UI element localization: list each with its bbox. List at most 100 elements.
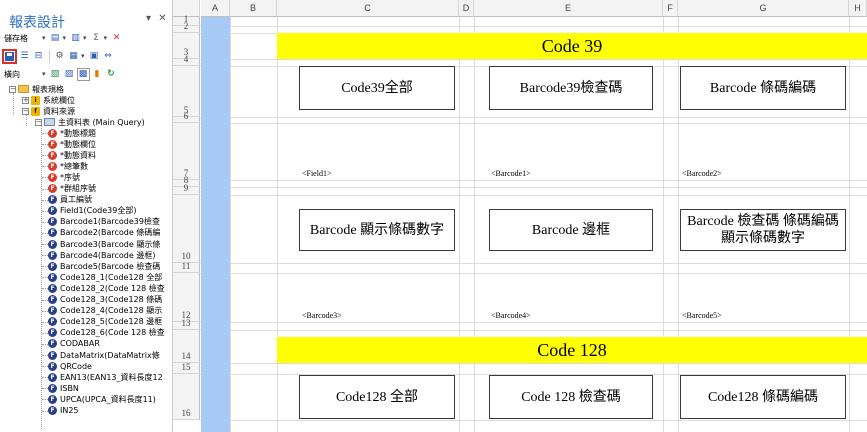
design-icon[interactable]: ▩ — [76, 67, 90, 81]
barcode1-placeholder: <Barcode1> — [491, 169, 531, 178]
row-header-10[interactable]: 10 — [173, 195, 200, 263]
tree-field-item[interactable]: F Field1(Code39全部) — [48, 206, 136, 216]
column-header-b[interactable]: B — [230, 0, 277, 17]
column-header-c[interactable]: C — [277, 0, 459, 17]
cell-label: 儲存格 — [4, 33, 28, 43]
tree-field-item[interactable]: F Code128_2(Code 128 檢查 — [48, 283, 165, 293]
column-header-d[interactable]: D — [459, 0, 474, 17]
tree-field-item[interactable]: F *序號 — [48, 172, 80, 182]
export-icon[interactable]: ⊟ — [32, 50, 45, 63]
field-icon: F — [48, 339, 57, 349]
tree-field-item[interactable]: F DataMatrix(DataMatrix條 — [48, 350, 160, 360]
row-header-7[interactable]: 7 — [173, 123, 200, 180]
column-header-a[interactable]: A — [201, 0, 230, 17]
tree-field-label: Code128_3(Code128 條碼 — [60, 295, 163, 304]
row-header-15[interactable]: 15 — [173, 362, 200, 374]
insert-columns-dropdown-icon[interactable]: ▾ — [83, 34, 87, 42]
tree-field-item[interactable]: F Barcode3(Barcode 顯示條 — [48, 239, 160, 249]
row-header-14[interactable]: 14 — [173, 330, 200, 363]
row-gridline — [200, 123, 867, 124]
tree-field-item[interactable]: F QRCode — [48, 361, 92, 371]
row-gridline — [200, 273, 867, 274]
row-header-16[interactable]: 16 — [173, 374, 200, 420]
page-setup-icon[interactable]: ▦ — [67, 50, 80, 63]
row-header-5[interactable]: 5 — [173, 66, 200, 117]
list-icon[interactable]: ☰ — [18, 50, 31, 63]
collapse-icon[interactable]: − — [22, 107, 29, 115]
toolbar-divider — [49, 49, 50, 63]
tree-field-item[interactable]: F Barcode2(Barcode 條碼編 — [48, 228, 160, 238]
tree-node-main-table[interactable]: − 主資料表 (Main Query) — [35, 117, 145, 127]
tree-node-root[interactable]: − 報表規格 — [9, 84, 64, 94]
picture-icon[interactable]: ▨ — [63, 68, 76, 81]
insert-columns-icon[interactable]: ▥ — [69, 32, 82, 45]
tree-field-item[interactable]: F ISBN — [48, 383, 79, 393]
table-icon — [44, 118, 55, 126]
tree-field-item[interactable]: F Code128_5(Code128 邊框 — [48, 317, 162, 327]
tree-field-label: UPCA(UPCA_資料長度11) — [60, 394, 156, 404]
tree-node-data-source[interactable]: − f 資料來源 — [22, 106, 75, 116]
tree-field-item[interactable]: F 員工編號 — [48, 195, 92, 205]
tree-field-label: *序號 — [60, 172, 80, 182]
column-header-h[interactable]: H — [849, 0, 867, 17]
tree-field-item[interactable]: F *動態標題 — [48, 128, 96, 138]
tree-node-label: 系統欄位 — [43, 95, 75, 105]
tree-field-item[interactable]: F Code128_3(Code128 條碼 — [48, 295, 162, 305]
refresh-icon[interactable]: ↻ — [105, 68, 118, 81]
code128-title-band: Code 128 — [277, 337, 867, 363]
tree-field-item[interactable]: F *動態資料 — [48, 150, 96, 160]
preview-icon[interactable]: ▣ — [88, 50, 101, 63]
insert-rows-icon[interactable]: ▤ — [49, 32, 62, 45]
tree-field-item[interactable]: F Barcode4(Barcode 邊框) — [48, 250, 155, 260]
tree-field-item[interactable]: F *動態欄位 — [48, 139, 96, 149]
panel-window-controls[interactable]: ▾ ✕ — [146, 13, 169, 24]
cell-dropdown-icon[interactable]: ▾ — [42, 34, 46, 42]
field-icon: F — [48, 217, 57, 227]
collapse-icon[interactable]: − — [35, 118, 42, 126]
tree-field-item[interactable]: F Code128_6(Code 128 檢查 — [48, 328, 165, 338]
tree-field-label: DataMatrix(DataMatrix條 — [60, 350, 160, 360]
show-digits-box: Barcode 顯示條碼數字 — [299, 209, 455, 251]
sum-dropdown-icon[interactable]: ▾ — [104, 34, 108, 42]
tree-field-item[interactable]: F CODABAR — [48, 339, 100, 349]
row-header-11[interactable]: 11 — [173, 261, 200, 273]
tree-field-label: ISBN — [60, 383, 79, 393]
row-header-2[interactable]: 2 — [173, 21, 200, 33]
row-header-9[interactable]: 9 — [173, 183, 200, 195]
expand-icon[interactable]: + — [22, 96, 29, 104]
tree-field-item[interactable]: F Code128_1(Code128 全部 — [48, 272, 162, 282]
column-header-g[interactable]: G — [678, 0, 849, 17]
data-source-icon: f — [31, 106, 40, 116]
tree-node-system-fields[interactable]: + i 系統欄位 — [22, 95, 75, 105]
delete-icon[interactable]: ✕ — [110, 32, 123, 45]
tree-field-item[interactable]: F IN25 — [48, 406, 79, 416]
chart-icon[interactable]: ▮ — [91, 68, 104, 81]
code128-check-box: Code 128 檢查碼 — [489, 375, 653, 419]
column-b-highlight — [201, 17, 230, 432]
sum-icon[interactable]: Σ — [90, 32, 103, 45]
page-setup-dropdown-icon[interactable]: ▾ — [81, 52, 85, 60]
row-header-12[interactable]: 12 — [173, 273, 200, 322]
tree-field-item[interactable]: F Barcode1(Barcode39檢查 — [48, 217, 160, 227]
tree-field-item[interactable]: F UPCA(UPCA_資料長度11) — [48, 394, 156, 404]
column-header-f[interactable]: F — [663, 0, 678, 17]
insert-rows-dropdown-icon[interactable]: ▾ — [63, 34, 67, 42]
column-header-e[interactable]: E — [474, 0, 663, 17]
orientation-dropdown-icon[interactable]: ▾ — [42, 70, 46, 78]
tree-field-item[interactable]: F *總筆數 — [48, 161, 88, 171]
tree-field-item[interactable]: F EAN13(EAN13_資料長度12 — [48, 372, 163, 382]
tree-field-item[interactable]: F Code128_4(Code128 顯示 — [48, 306, 162, 316]
image-icon[interactable]: ▧ — [49, 68, 62, 81]
tree-field-item[interactable]: F *群組序號 — [48, 184, 96, 194]
spreadsheet-area[interactable]: Code 39 Code 128 Code39全部 Barcode39檢查碼 B… — [173, 0, 867, 432]
save-icon[interactable] — [2, 48, 17, 64]
tree-field-label: IN25 — [60, 406, 79, 415]
tree-field-label: Field1(Code39全部) — [60, 206, 137, 216]
column-gridline — [663, 17, 664, 432]
row-header-13[interactable]: 13 — [173, 318, 200, 330]
collapse-icon[interactable]: − — [9, 85, 16, 93]
format-icon[interactable]: ⚙ — [53, 50, 66, 63]
column-width-icon[interactable]: ⇔ — [102, 50, 115, 63]
row-header-4[interactable]: 4 — [173, 54, 200, 66]
tree-field-item[interactable]: F Barcode5(Barcode 檢查碼 — [48, 261, 160, 271]
